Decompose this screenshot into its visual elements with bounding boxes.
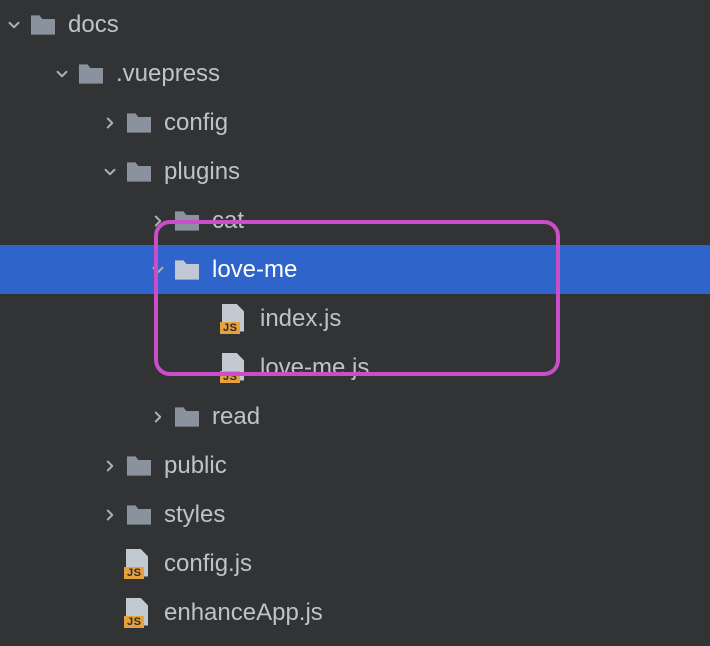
chevron-right-icon[interactable] bbox=[144, 212, 172, 230]
js-file-icon bbox=[124, 549, 160, 579]
folder-icon bbox=[124, 160, 160, 184]
tree-row--vuepress[interactable]: .vuepress bbox=[0, 49, 710, 98]
tree-item-label: enhanceApp.js bbox=[164, 599, 323, 627]
tree-row-plugins[interactable]: plugins bbox=[0, 147, 710, 196]
tree-row-docs[interactable]: docs bbox=[0, 0, 710, 49]
tree-item-label: public bbox=[164, 452, 227, 480]
js-file-icon bbox=[124, 598, 160, 628]
tree-row-index-js[interactable]: index.js bbox=[0, 294, 710, 343]
folder-icon bbox=[172, 258, 208, 282]
folder-icon bbox=[124, 454, 160, 478]
tree-row-love-me-js[interactable]: love-me.js bbox=[0, 343, 710, 392]
tree-row-enhanceapp-js[interactable]: enhanceApp.js bbox=[0, 588, 710, 637]
folder-icon bbox=[76, 62, 112, 86]
folder-icon bbox=[172, 405, 208, 429]
tree-item-label: read bbox=[212, 403, 260, 431]
tree-row-public[interactable]: public bbox=[0, 441, 710, 490]
file-tree: docs .vuepress config plugins cat love-me inde… bbox=[0, 0, 710, 637]
chevron-down-icon[interactable] bbox=[0, 16, 28, 34]
chevron-right-icon[interactable] bbox=[96, 457, 124, 475]
tree-row-styles[interactable]: styles bbox=[0, 490, 710, 539]
tree-row-config[interactable]: config bbox=[0, 98, 710, 147]
chevron-right-icon[interactable] bbox=[144, 408, 172, 426]
folder-icon bbox=[124, 111, 160, 135]
tree-item-label: plugins bbox=[164, 158, 240, 186]
tree-item-label: love-me bbox=[212, 256, 297, 284]
tree-item-label: docs bbox=[68, 11, 119, 39]
folder-icon bbox=[28, 13, 64, 37]
chevron-down-icon[interactable] bbox=[144, 261, 172, 279]
chevron-right-icon[interactable] bbox=[96, 114, 124, 132]
tree-item-label: config bbox=[164, 109, 228, 137]
tree-row-read[interactable]: read bbox=[0, 392, 710, 441]
tree-item-label: love-me.js bbox=[260, 354, 369, 382]
tree-row-config-js[interactable]: config.js bbox=[0, 539, 710, 588]
tree-item-label: index.js bbox=[260, 305, 341, 333]
tree-item-label: styles bbox=[164, 501, 225, 529]
chevron-down-icon[interactable] bbox=[96, 163, 124, 181]
tree-row-love-me[interactable]: love-me bbox=[0, 245, 710, 294]
tree-item-label: cat bbox=[212, 207, 244, 235]
chevron-right-icon[interactable] bbox=[96, 506, 124, 524]
folder-icon bbox=[124, 503, 160, 527]
js-file-icon bbox=[220, 304, 256, 334]
tree-row-cat[interactable]: cat bbox=[0, 196, 710, 245]
chevron-down-icon[interactable] bbox=[48, 65, 76, 83]
tree-item-label: .vuepress bbox=[116, 60, 220, 88]
folder-icon bbox=[172, 209, 208, 233]
tree-item-label: config.js bbox=[164, 550, 252, 578]
js-file-icon bbox=[220, 353, 256, 383]
